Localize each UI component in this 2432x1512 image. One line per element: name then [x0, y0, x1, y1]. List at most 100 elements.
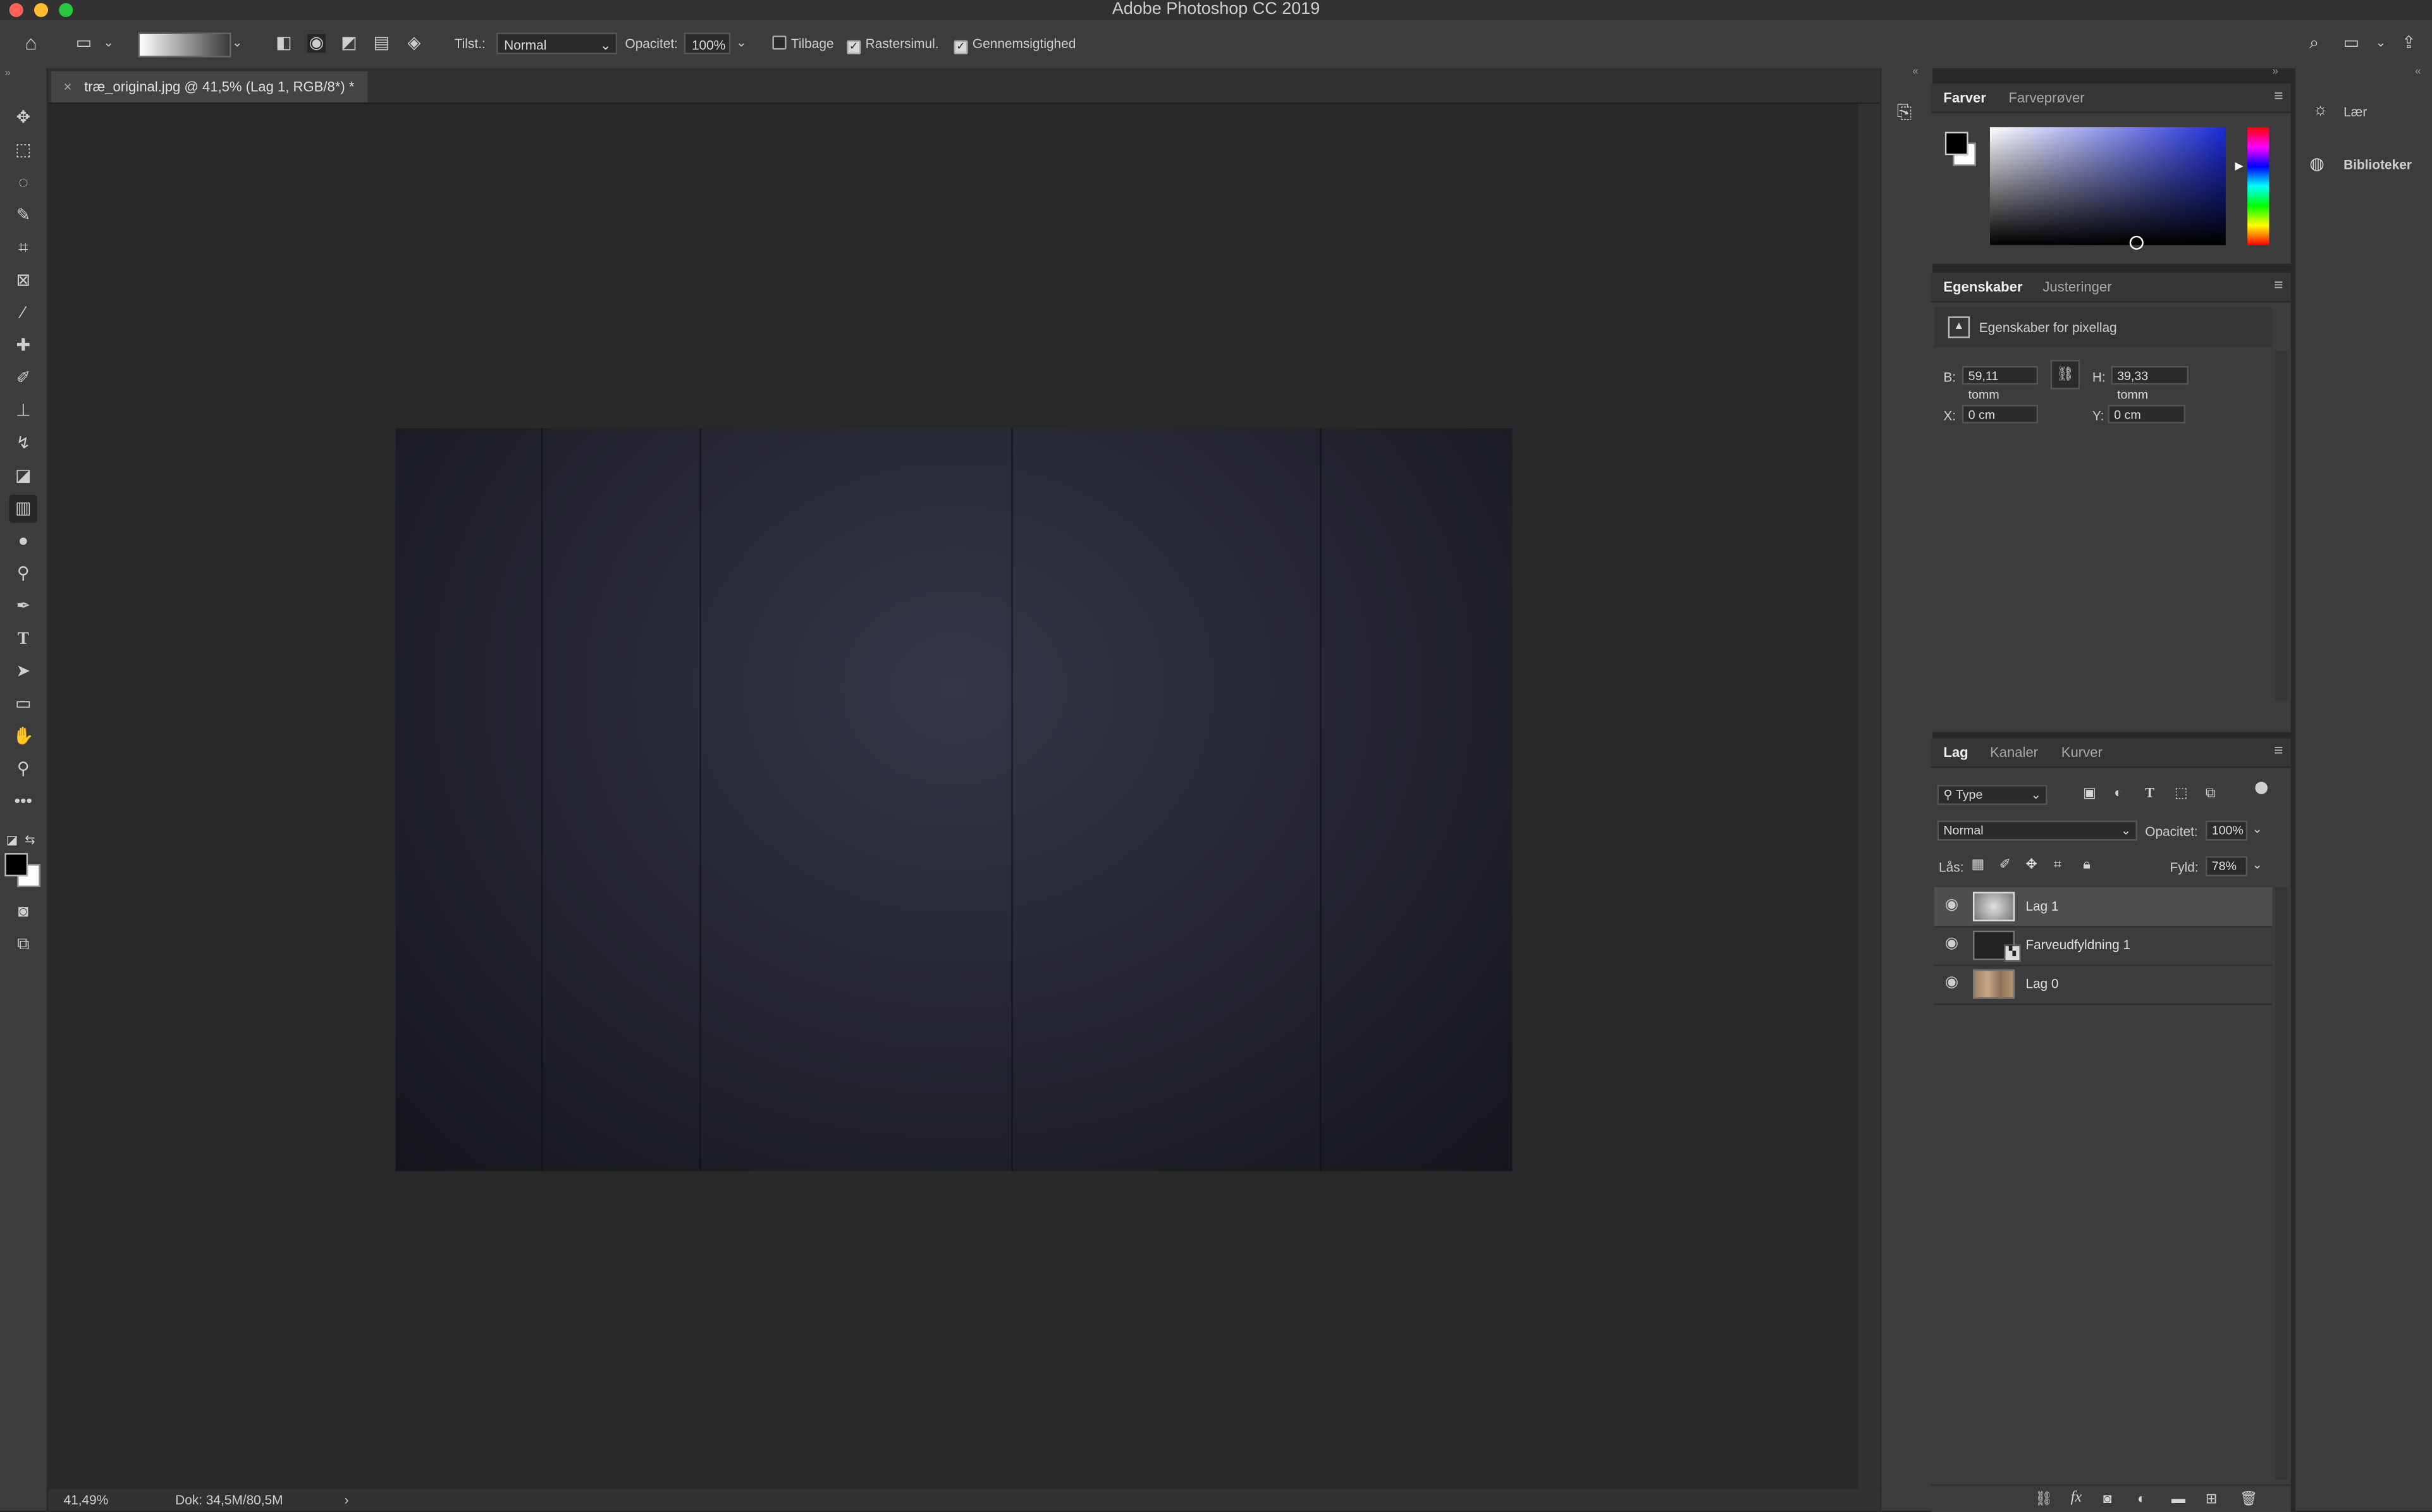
libraries-button[interactable]: ◍ Biblioteker: [2295, 146, 2432, 180]
healing-tool-icon[interactable]: ✚: [9, 332, 37, 360]
opacity-input[interactable]: 100%: [684, 32, 731, 54]
reflected-gradient-icon[interactable]: ▤: [372, 34, 391, 52]
minimize-window-button[interactable]: [34, 3, 49, 17]
tab-properties[interactable]: Egenskaber: [1943, 273, 2022, 301]
visibility-eye-icon[interactable]: ◉: [1945, 975, 1958, 992]
foreground-color-swatch[interactable]: [4, 853, 28, 876]
blur-tool-icon[interactable]: ●: [9, 527, 37, 555]
home-icon[interactable]: ⌂: [21, 33, 40, 53]
y-input[interactable]: 0 cm: [2108, 405, 2185, 424]
layer-filter-select[interactable]: ⚲ Type ⌄: [1937, 785, 2048, 806]
lock-all-icon[interactable]: 🔒︎: [2083, 856, 2091, 873]
tab-swatches[interactable]: Farveprøver: [2008, 83, 2084, 111]
tab-colors[interactable]: Farver: [1943, 83, 1986, 111]
expand-panels-icon[interactable]: «: [1912, 66, 1919, 77]
height-input[interactable]: 39,33 tomm: [2111, 366, 2189, 402]
angle-gradient-icon[interactable]: ◩: [340, 34, 358, 52]
path-select-tool-icon[interactable]: ➤: [9, 658, 37, 685]
filter-smart-object-icon[interactable]: ⧉: [2206, 785, 2216, 802]
layer-name[interactable]: Lag 1: [2025, 887, 2058, 926]
type-tool-icon[interactable]: T: [9, 625, 37, 653]
workspace-chevron-icon[interactable]: ⌄: [2371, 34, 2390, 52]
lock-artboard-icon[interactable]: ⌗: [2054, 856, 2061, 873]
tab-adjustments[interactable]: Justeringer: [2042, 273, 2111, 301]
panel-menu-icon[interactable]: ≡: [2274, 278, 2283, 295]
lock-position-icon[interactable]: ✥: [2025, 856, 2037, 873]
visibility-eye-icon[interactable]: ◉: [1945, 897, 1958, 914]
dodge-tool-icon[interactable]: ⚲: [9, 560, 37, 587]
fx-icon[interactable]: fx: [2070, 1489, 2082, 1506]
layer-opacity-input[interactable]: 100%: [2205, 820, 2248, 841]
share-icon[interactable]: ⇪: [2399, 34, 2417, 52]
close-tab-icon[interactable]: ×: [64, 79, 72, 95]
pen-tool-icon[interactable]: ✒: [9, 593, 37, 620]
fill-input[interactable]: 78%: [2205, 856, 2248, 876]
move-tool-icon[interactable]: ✥: [9, 104, 37, 132]
filter-shape-icon[interactable]: ⬚: [2175, 785, 2188, 802]
gradient-tool-icon[interactable]: ▥: [9, 495, 37, 523]
tab-layers[interactable]: Lag: [1943, 739, 1968, 766]
filter-adjustment-icon[interactable]: ◐: [2114, 785, 2122, 801]
history-brush-tool-icon[interactable]: ↯: [9, 429, 37, 457]
new-group-icon[interactable]: ▬: [2171, 1490, 2185, 1506]
mode-select[interactable]: Normal ⌄: [496, 32, 618, 54]
frame-tool-icon[interactable]: ⊠: [9, 267, 37, 295]
quick-mask-icon[interactable]: ◙: [9, 898, 37, 926]
hue-slider[interactable]: [2247, 127, 2269, 245]
vertical-scrollbar[interactable]: [1858, 104, 1880, 1489]
linear-gradient-icon[interactable]: ◧: [274, 34, 293, 52]
learn-button[interactable]: ☼ Lær: [2295, 87, 2432, 133]
x-input[interactable]: 0 cm: [1962, 405, 2038, 424]
zoom-tool-icon[interactable]: ⚲: [9, 756, 37, 784]
lock-transparent-icon[interactable]: ▦: [1972, 856, 1985, 873]
document-tab[interactable]: × træ_original.jpg @ 41,5% (Lag 1, RGB/8*…: [51, 71, 367, 102]
transparency-checkbox[interactable]: ✓ Gennemsigtighed: [954, 33, 1076, 56]
foreground-color-chip[interactable]: [1944, 132, 1968, 156]
visibility-eye-icon[interactable]: ◉: [1945, 936, 1958, 952]
brush-tool-icon[interactable]: ✐: [9, 364, 37, 392]
hand-tool-icon[interactable]: ✋: [9, 723, 37, 751]
collapse-toolbar-icon[interactable]: »: [4, 68, 11, 79]
stamp-tool-icon[interactable]: ⊥: [9, 397, 37, 425]
opacity-chevron-icon[interactable]: ⌄: [732, 34, 751, 52]
new-layer-icon[interactable]: ⊞: [2206, 1490, 2218, 1508]
swap-colors-icon[interactable]: ⇆: [25, 833, 35, 847]
default-colors-icon[interactable]: ◪: [6, 833, 18, 847]
more-tools-icon[interactable]: •••: [9, 788, 37, 816]
collapse-far-right-icon[interactable]: «: [2415, 66, 2421, 77]
lasso-tool-icon[interactable]: ◌: [9, 169, 37, 197]
zoom-window-button[interactable]: [59, 3, 73, 17]
search-icon[interactable]: ⌕: [2305, 34, 2323, 52]
layers-scrollbar[interactable]: [2275, 887, 2288, 1480]
gradient-picker-chevron-icon[interactable]: ⌄: [228, 34, 247, 52]
crop-tool-icon[interactable]: ⌗: [9, 234, 37, 262]
collapse-right-icon[interactable]: »: [2272, 66, 2278, 77]
opacity-chevron-icon[interactable]: ⌄: [2252, 822, 2262, 836]
gradient-preview[interactable]: [138, 32, 231, 58]
filter-type-icon[interactable]: T: [2145, 785, 2154, 801]
properties-scrollbar[interactable]: [2275, 350, 2288, 701]
chevron-down-icon[interactable]: ⌄: [99, 34, 118, 52]
marquee-tool-icon[interactable]: ⬚: [9, 137, 37, 164]
delete-layer-icon[interactable]: 🗑︎: [2240, 1490, 2257, 1508]
status-menu-arrow[interactable]: ›: [345, 1489, 349, 1511]
layer-row[interactable]: ◉ Lag 1: [1934, 887, 2273, 928]
screen-mode-icon[interactable]: ⧉: [9, 931, 37, 959]
radial-gradient-icon[interactable]: ◉: [307, 34, 326, 53]
color-field[interactable]: [1989, 127, 2226, 250]
quick-select-tool-icon[interactable]: ✎: [9, 202, 37, 230]
workspace-icon[interactable]: ▭: [2342, 34, 2361, 52]
close-window-button[interactable]: [9, 3, 23, 17]
diamond-gradient-icon[interactable]: ◈: [405, 34, 423, 52]
eyedropper-tool-icon[interactable]: ⁄: [9, 299, 37, 327]
tab-paths[interactable]: Kurver: [2061, 739, 2103, 766]
blend-mode-select[interactable]: Normal ⌄: [1937, 820, 2137, 841]
history-panel-icon[interactable]: ⎘: [1897, 101, 1912, 124]
link-layers-icon[interactable]: ⛓: [2035, 1490, 2053, 1508]
filter-pixel-icon[interactable]: ▣: [2083, 785, 2096, 802]
link-dimensions-icon[interactable]: ⛓: [2050, 360, 2080, 390]
layer-name[interactable]: Farveudfyldning 1: [2025, 926, 2130, 964]
layer-row[interactable]: ◉ ▚ Farveudfyldning 1: [1934, 926, 2273, 967]
layer-row[interactable]: ◉ Lag 0: [1934, 965, 2273, 1005]
tool-preset-icon[interactable]: ▭: [75, 34, 93, 52]
